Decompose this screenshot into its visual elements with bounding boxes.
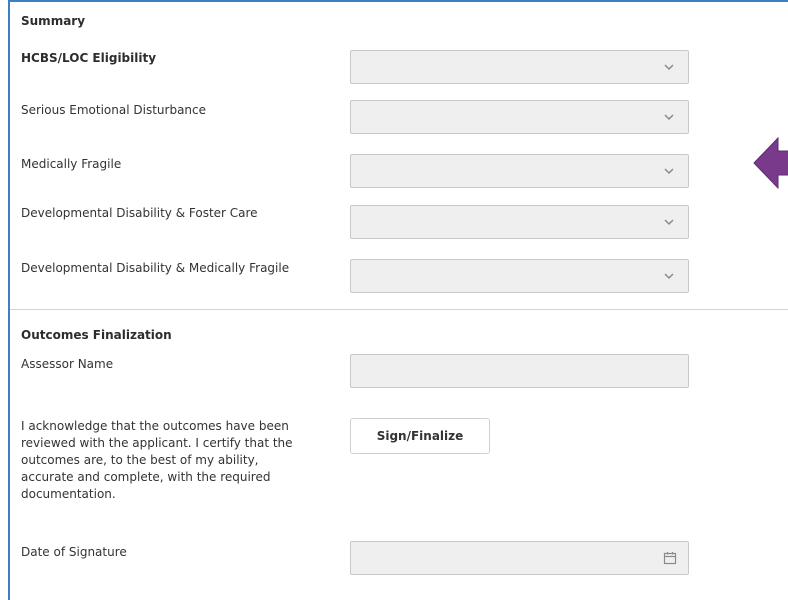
serious-emotional-disturbance-select[interactable] (350, 100, 689, 134)
assessor-name-input[interactable] (350, 354, 689, 388)
chevron-down-icon (664, 114, 674, 121)
chevron-down-icon (664, 273, 674, 280)
date-of-signature-field[interactable] (350, 541, 689, 575)
hcbs-loc-eligibility-label: HCBS/LOC Eligibility (21, 51, 157, 65)
acknowledgement-text: I acknowledge that the outcomes have bee… (21, 419, 293, 501)
medically-fragile-select[interactable] (350, 154, 689, 188)
arrow-left-icon (753, 136, 788, 190)
outcomes-finalization-heading: Outcomes Finalization (21, 328, 172, 342)
medically-fragile-label: Medically Fragile (21, 157, 122, 171)
section-divider (10, 309, 788, 310)
chevron-down-icon (664, 168, 674, 175)
dd-medically-fragile-label: Developmental Disability & Medically Fra… (21, 261, 290, 275)
dd-medically-fragile-select[interactable] (350, 259, 689, 293)
hcbs-loc-eligibility-select[interactable] (350, 50, 689, 84)
dd-foster-care-label: Developmental Disability & Foster Care (21, 206, 258, 220)
summary-heading: Summary (21, 14, 86, 28)
calendar-icon[interactable] (663, 551, 677, 565)
sign-finalize-button[interactable]: Sign/Finalize (350, 418, 490, 454)
chevron-down-icon (664, 219, 674, 226)
assessor-name-label: Assessor Name (21, 357, 114, 371)
serious-emotional-disturbance-label: Serious Emotional Disturbance (21, 103, 207, 117)
date-of-signature-label: Date of Signature (21, 545, 127, 559)
dd-foster-care-select[interactable] (350, 205, 689, 239)
chevron-down-icon (664, 64, 674, 71)
summary-panel (8, 0, 788, 600)
